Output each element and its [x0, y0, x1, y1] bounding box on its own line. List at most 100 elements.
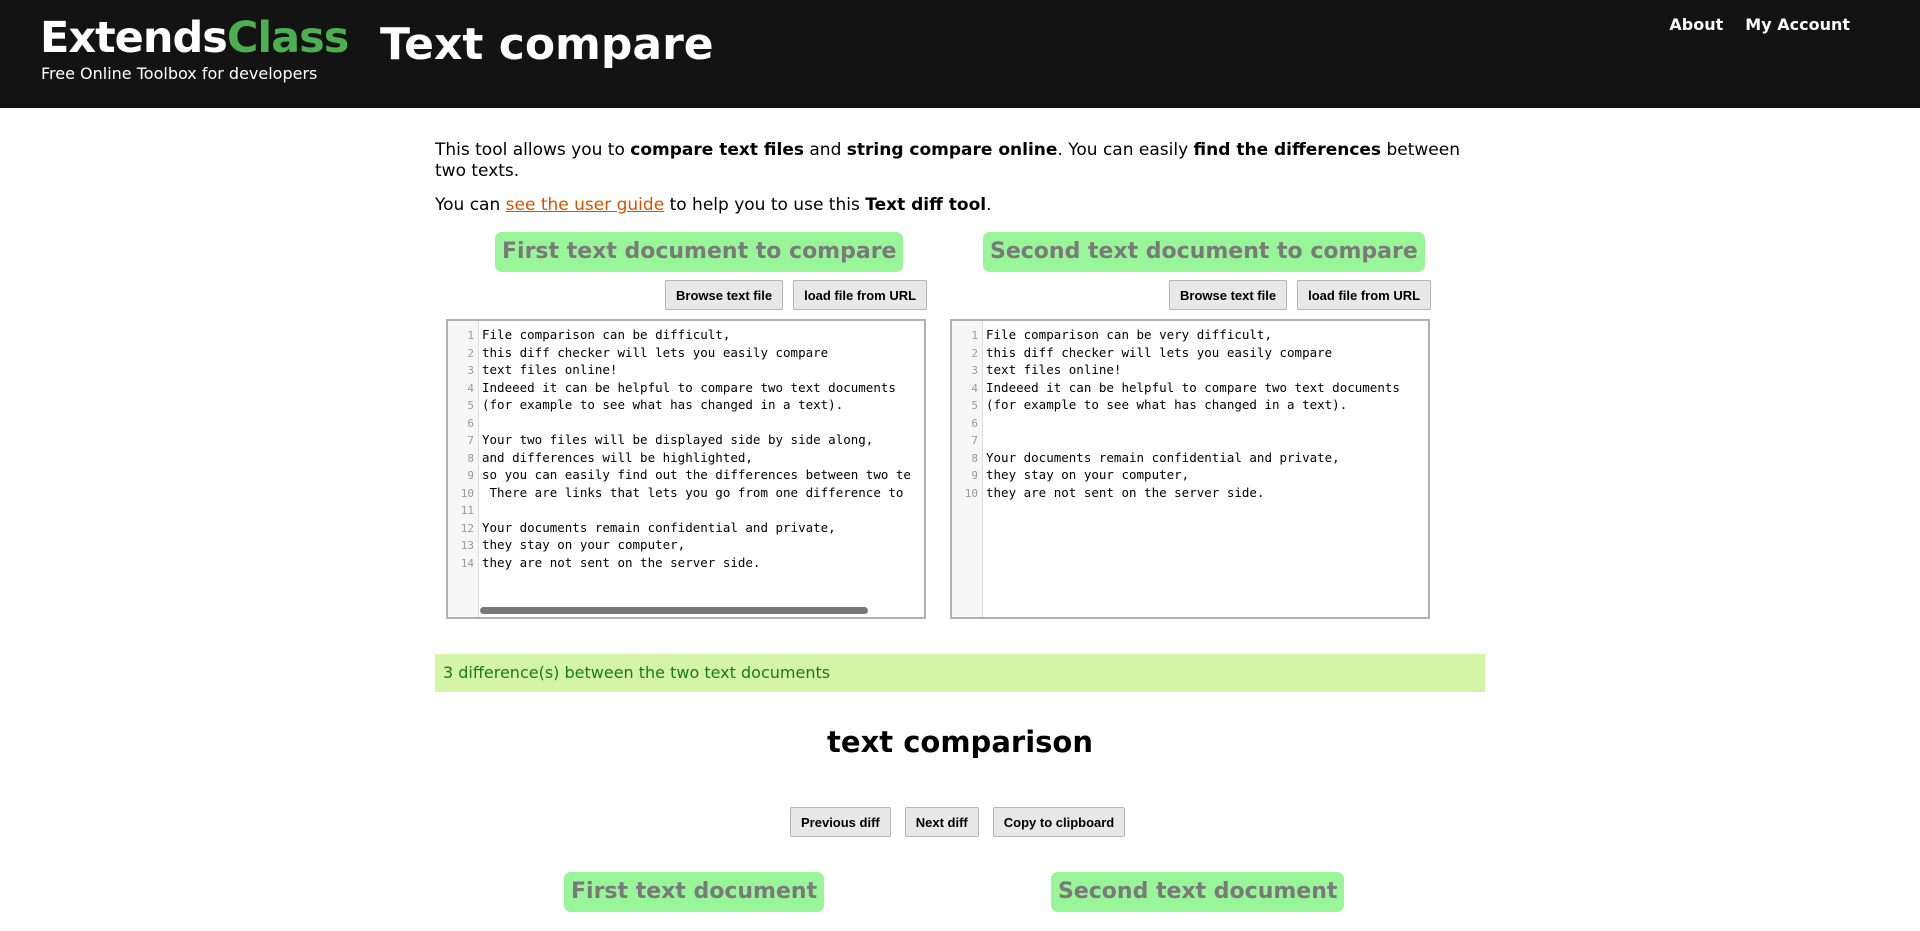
first-editor-line-text: Your two files will be displayed side by…: [482, 432, 874, 447]
nav-my-account-link[interactable]: My Account: [1745, 15, 1850, 34]
second-result-title: Second text document: [1051, 872, 1345, 912]
second-editor-line-number: 3: [971, 364, 978, 377]
first-editor-line: 1 File comparison can be difficult,: [448, 326, 924, 344]
second-editor-line-number: 2: [971, 346, 978, 360]
site-header: ExtendsClass Free Online Toolbox for dev…: [0, 0, 1920, 108]
diff-summary-bar: 3 difference(s) between the two text doc…: [435, 654, 1485, 692]
second-editor-line: 1 File comparison can be very difficult,: [952, 326, 1428, 344]
second-editor-line: 10 they are not sent on the server side.: [952, 484, 1428, 502]
second-load-url-button[interactable]: load file from URL: [1297, 280, 1432, 310]
first-editor-line-text: they are not sent on the server side.: [482, 554, 761, 570]
second-editor-line: 2 this diff checker will lets you easily …: [952, 344, 1428, 362]
first-editor-line: 2 this diff checker will lets you easily …: [448, 344, 924, 362]
first-document-buttons: Browse text file load file from URL: [665, 280, 928, 310]
first-browse-button[interactable]: Browse text file: [665, 280, 784, 310]
first-result-title-wrap: First text document: [564, 872, 825, 912]
first-editor-line: 3 text files online!: [448, 361, 924, 379]
first-load-url-button[interactable]: load file from URL: [793, 280, 928, 310]
first-editor-line-number: 7: [467, 434, 474, 447]
first-editor-line: 13 they stay on your computer,: [448, 536, 924, 554]
first-editor-horizontal-scrollbar[interactable]: [480, 607, 868, 614]
second-editor-line-number: 10: [964, 486, 978, 500]
first-editor-line-number: 11: [460, 504, 474, 517]
first-editor-line-number: 9: [467, 469, 474, 482]
comparison-buttons: Previous diff Next diff Copy to clipboar…: [790, 807, 1126, 837]
first-document-title: First text document to compare: [495, 232, 904, 272]
first-editor-line: 9 so you can easily find out the differen…: [448, 466, 924, 484]
second-editor-line-text: Indeeed it can be helpful to compare two…: [986, 379, 1400, 395]
second-document-title-wrap: Second text document to compare: [983, 232, 1425, 272]
first-editor-lines: 1 File comparison can be difficult, 2 this …: [448, 326, 924, 571]
first-editor-line-number: 2: [467, 346, 474, 360]
first-editor-line: 4 Indeeed it can be helpful to compare tw…: [448, 379, 924, 397]
second-editor-line-text: they are not sent on the server side.: [986, 484, 1265, 500]
comparison-title: text comparison: [827, 725, 1093, 759]
logo-tagline: Free Online Toolbox for developers: [41, 64, 318, 83]
second-editor-line-text: Your documents remain confidential and p…: [986, 449, 1340, 465]
second-editor-line-number: 7: [971, 434, 978, 447]
first-editor-line: 7 Your two files will be displayed side b…: [448, 431, 924, 449]
second-text-editor[interactable]: 1 File comparison can be very difficult, 2…: [950, 319, 1430, 619]
second-editor-lines: 1 File comparison can be very difficult, 2…: [952, 326, 1428, 501]
first-editor-line-text: There are links that lets you go from on…: [482, 484, 911, 500]
first-editor-line-number: 1: [467, 329, 474, 342]
second-editor-line: 9 they stay on your computer,: [952, 466, 1428, 484]
first-editor-line-number: 8: [467, 451, 474, 465]
first-result-title: First text document: [564, 872, 825, 912]
first-editor-line-text: Indeeed it can be helpful to compare two…: [482, 379, 896, 395]
second-editor-line: 5 (for example to see what has changed in…: [952, 396, 1428, 414]
first-editor-line-text: File comparison can be difficult,: [482, 327, 731, 342]
first-editor-line-number: 13: [460, 539, 474, 552]
first-editor-line-text: Your documents remain confidential and p…: [482, 519, 836, 535]
second-editor-line: 6: [952, 414, 1428, 432]
second-editor-line-number: 1: [971, 329, 978, 342]
second-editor-line-number: 5: [971, 399, 978, 412]
page-title: Text compare: [380, 19, 714, 70]
previous-diff-button[interactable]: Previous diff: [790, 807, 891, 837]
first-text-editor[interactable]: 1 File comparison can be difficult, 2 this …: [446, 319, 926, 619]
nav-about-link[interactable]: About: [1669, 15, 1723, 34]
first-editor-line: 10 There are links that lets you go from…: [448, 484, 924, 502]
second-result-title-wrap: Second text document: [1051, 872, 1345, 912]
second-editor-line: 7: [952, 431, 1428, 449]
copy-to-clipboard-button[interactable]: Copy to clipboard: [992, 807, 1126, 837]
second-editor-line: 3 text files online!: [952, 361, 1428, 379]
first-editor-line-number: 3: [467, 364, 474, 377]
first-editor-line-number: 10: [460, 486, 474, 500]
second-document-title: Second text document to compare: [983, 232, 1425, 272]
first-editor-line: 12 Your documents remain confidential and…: [448, 519, 924, 537]
second-editor-line: 4 Indeeed it can be helpful to compare tw…: [952, 379, 1428, 397]
guide-paragraph: You can see the user guide to help you t…: [435, 195, 992, 215]
first-editor-line: 5 (for example to see what has changed in…: [448, 396, 924, 414]
first-editor-line-text: so you can easily find out the differenc…: [482, 467, 911, 482]
second-editor-line-text: (for example to see what has changed in …: [986, 397, 1348, 412]
first-editor-line-number: 4: [467, 381, 474, 395]
first-editor-line-number: 5: [467, 399, 474, 412]
first-editor-line: 14 they are not sent on the server side.: [448, 554, 924, 572]
second-editor-line-number: 9: [971, 469, 978, 482]
second-editor-line-number: 6: [971, 416, 978, 430]
first-editor-line-number: 14: [460, 556, 474, 570]
first-editor-line: 6: [448, 414, 924, 432]
top-nav: About My Account: [1669, 15, 1850, 34]
first-editor-line-text: this diff checker will lets you easily c…: [482, 344, 829, 360]
next-diff-button[interactable]: Next diff: [904, 807, 979, 837]
main-content: This tool allows you to compare text fil…: [435, 140, 1485, 912]
second-editor-line: 8 Your documents remain confidential and …: [952, 449, 1428, 467]
second-editor-line-number: 8: [971, 451, 978, 465]
intro-paragraph: This tool allows you to compare text fil…: [435, 140, 1460, 181]
second-browse-button[interactable]: Browse text file: [1169, 280, 1288, 310]
user-guide-link[interactable]: see the user guide: [506, 195, 665, 215]
first-editor-line-text: text files online!: [482, 362, 618, 377]
second-editor-line-number: 4: [971, 381, 978, 395]
site-logo[interactable]: ExtendsClass Free Online Toolbox for dev…: [40, 13, 350, 84]
logo-main-text: Extends: [40, 13, 228, 63]
first-editor-line-text: and differences will be highlighted,: [482, 449, 753, 465]
first-editor-line: 8 and differences will be highlighted,: [448, 449, 924, 467]
first-editor-line-number: 12: [460, 521, 474, 535]
first-editor-line-text: (for example to see what has changed in …: [482, 397, 844, 412]
second-editor-line-text: File comparison can be very difficult,: [986, 327, 1272, 342]
first-editor-line: 11: [448, 501, 924, 519]
second-editor-line-text: they stay on your computer,: [986, 467, 1190, 482]
logo-accent-text: Class: [226, 13, 350, 63]
